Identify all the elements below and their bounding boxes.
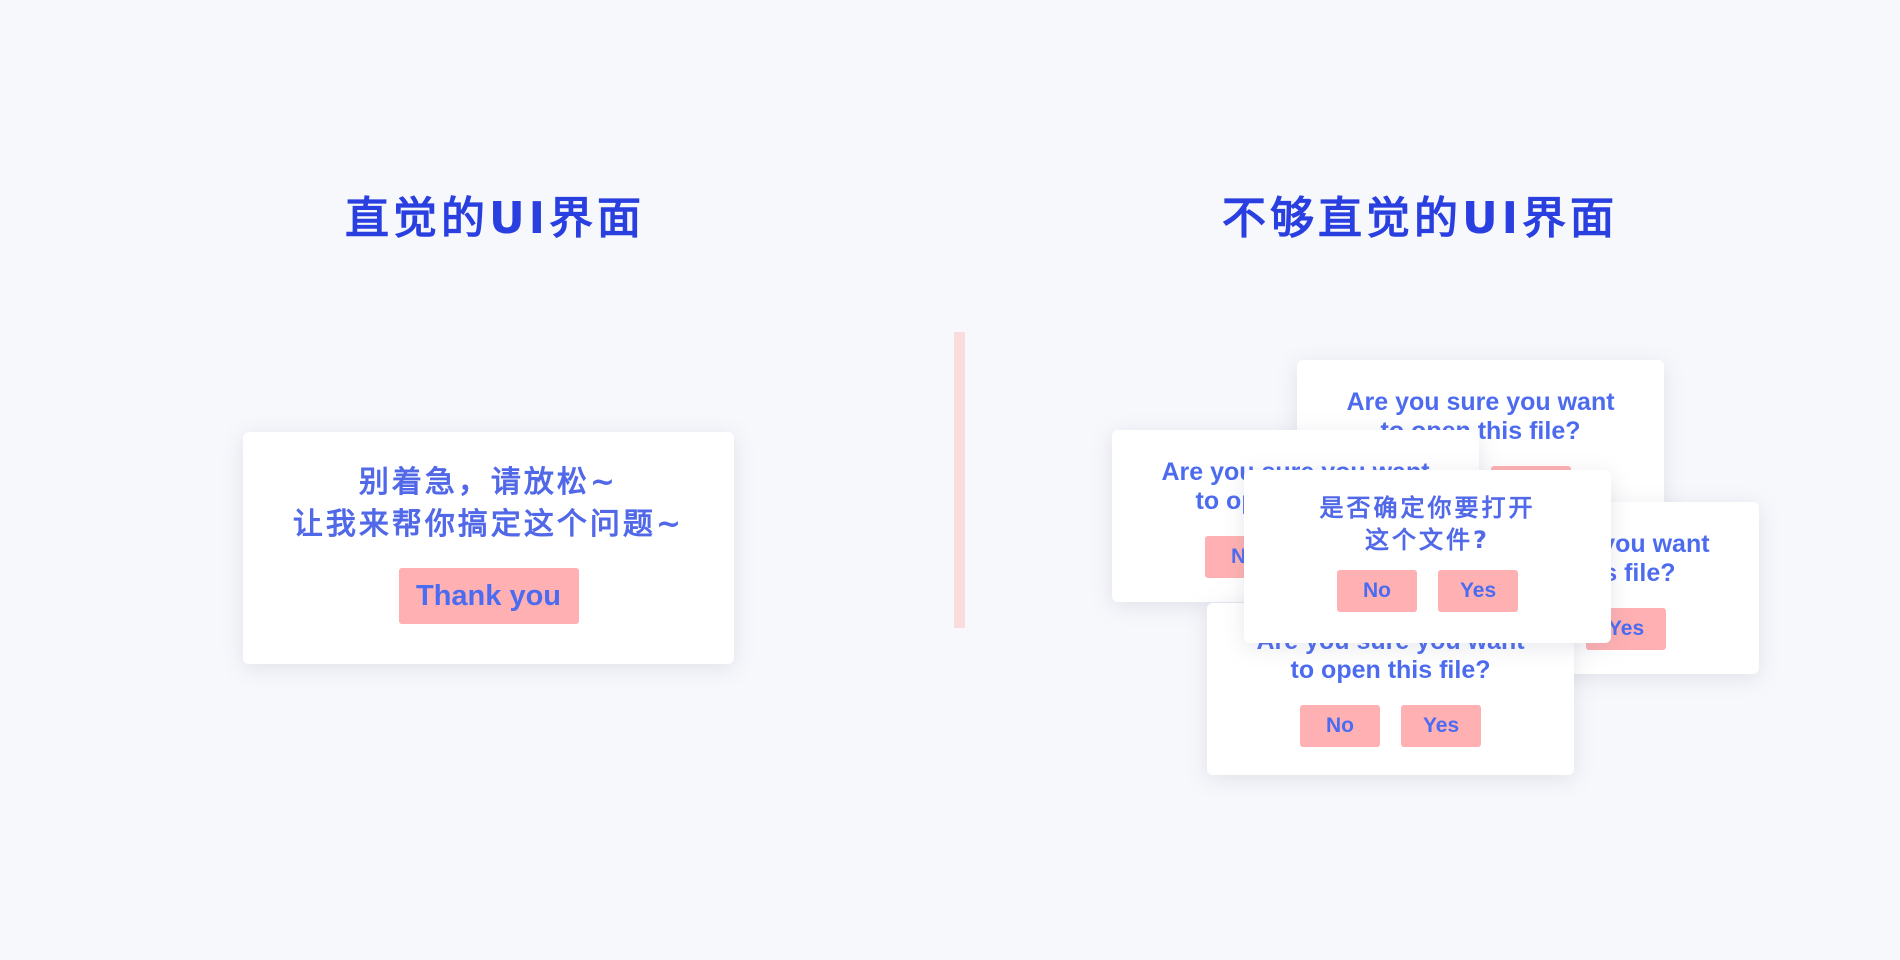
- confirm-dialog-front-chinese: 是否确定你要打开 这个文件? No Yes: [1244, 470, 1611, 643]
- yes-button[interactable]: Yes: [1401, 705, 1482, 747]
- message-line-1: 别着急，请放松~: [358, 465, 619, 500]
- intuitive-ui-title: 直觉的UI界面: [344, 193, 646, 244]
- thank-you-button[interactable]: Thank you: [398, 568, 579, 624]
- message-line-2: 这个文件?: [1365, 526, 1490, 554]
- message-line-2: 让我来帮你搞定这个问题~: [292, 507, 685, 542]
- dialog-buttons: No Yes: [1207, 705, 1574, 747]
- message-line-1: 是否确定你要打开: [1319, 494, 1536, 522]
- dialog-buttons: No Yes: [1244, 570, 1611, 612]
- intuitive-dialog-card: 别着急，请放松~ 让我来帮你搞定这个问题~ Thank you: [243, 432, 734, 664]
- no-button[interactable]: No: [1336, 570, 1417, 612]
- yes-button[interactable]: Yes: [1438, 570, 1519, 612]
- dialog-message: 是否确定你要打开 这个文件?: [1244, 470, 1611, 556]
- message-line-2: to open this file?: [1290, 656, 1491, 684]
- no-button[interactable]: No: [1299, 705, 1380, 747]
- section-divider: [954, 332, 965, 628]
- unintuitive-ui-title: 不够直觉的UI界面: [1221, 193, 1619, 244]
- intuitive-dialog-message: 别着急，请放松~ 让我来帮你搞定这个问题~: [243, 432, 734, 546]
- message-line-1: Are you sure you want: [1346, 388, 1615, 416]
